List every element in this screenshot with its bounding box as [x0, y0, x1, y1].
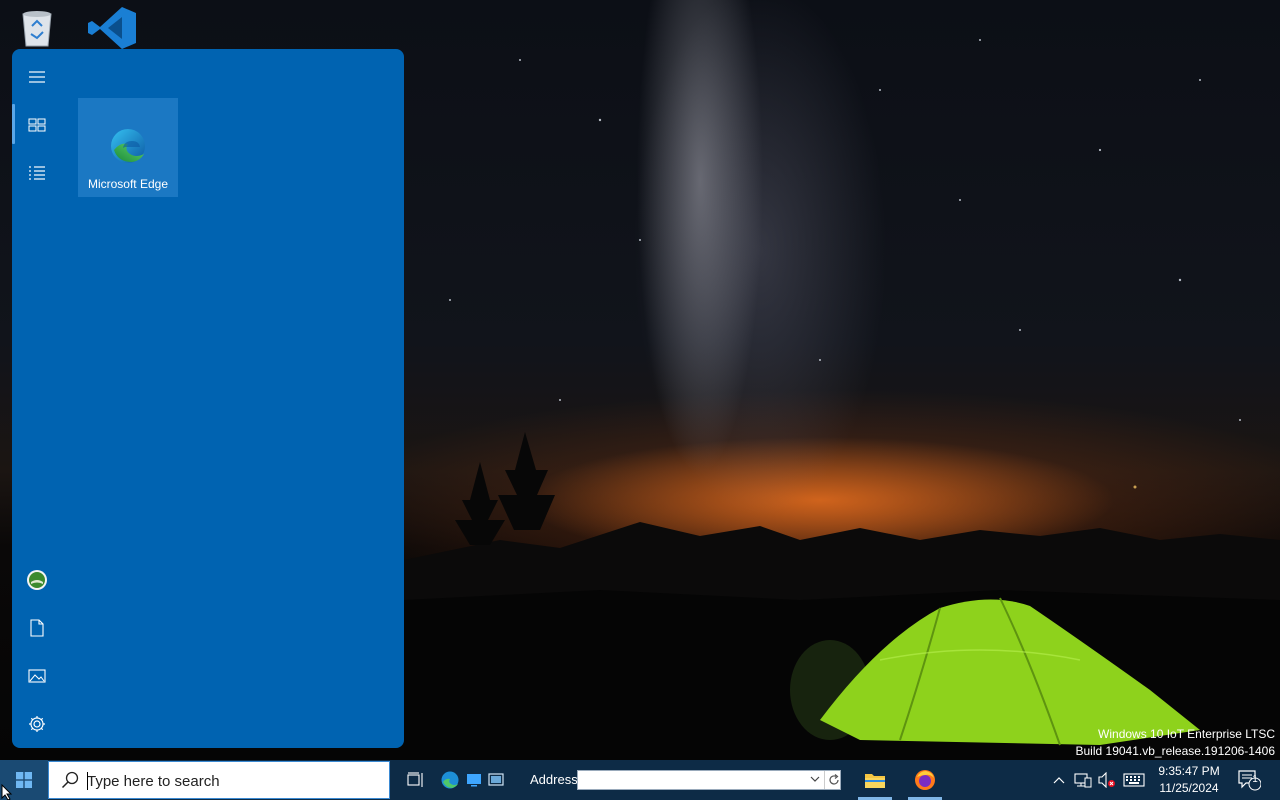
search-input[interactable] [87, 770, 377, 792]
keyboard-icon[interactable] [1122, 760, 1146, 800]
text-caret [87, 772, 88, 790]
refresh-icon[interactable] [824, 771, 842, 789]
recycle-bin-icon[interactable] [17, 8, 57, 53]
file-explorer-icon[interactable] [860, 760, 890, 800]
edge-taskbar-icon[interactable] [440, 760, 460, 800]
watermark-build: Build 19041.vb_release.191206-1406 [1075, 744, 1276, 758]
taskbar-clock[interactable]: 9:35:47 PM 11/25/2024 [1150, 763, 1228, 797]
address-input[interactable] [580, 771, 808, 789]
screen-icon[interactable] [486, 760, 506, 800]
rail-active-indicator [12, 104, 15, 144]
mouse-cursor-icon [1, 784, 13, 800]
taskbar: Address 9:35:47 PM 11/25/2024 1 [0, 760, 1280, 800]
watermark-edition: Windows 10 IoT Enterprise LTSC [1098, 727, 1275, 741]
pictures-icon[interactable] [16, 655, 58, 697]
tile-microsoft-edge[interactable]: Microsoft Edge [78, 98, 178, 197]
notification-center-icon[interactable]: 1 [1234, 760, 1264, 800]
notification-count-badge: 1 [1252, 774, 1258, 785]
hamburger-menu-icon[interactable] [16, 56, 58, 98]
windows-logo-icon [16, 772, 32, 788]
task-view-icon[interactable] [405, 760, 427, 800]
volume-muted-icon[interactable] [1097, 760, 1117, 800]
address-toolbar-label: Address [530, 772, 578, 787]
clock-date: 11/25/2024 [1159, 781, 1219, 795]
all-apps-list-icon[interactable] [16, 152, 58, 194]
pinned-tiles-icon[interactable] [16, 104, 58, 146]
edge-icon [110, 128, 146, 169]
user-avatar-icon[interactable] [16, 559, 58, 601]
taskbar-search-box[interactable] [48, 761, 390, 799]
chevron-up-icon[interactable] [1050, 760, 1068, 800]
settings-gear-icon[interactable] [16, 703, 58, 745]
documents-icon[interactable] [16, 607, 58, 649]
tile-label: Microsoft Edge [87, 177, 169, 191]
windows-build-watermark: Windows 10 IoT Enterprise LTSC Build 190… [1076, 726, 1276, 760]
firefox-icon[interactable] [910, 760, 940, 800]
address-bar[interactable] [577, 770, 841, 790]
network-icon[interactable] [1073, 760, 1093, 800]
start-menu: Microsoft Edge [12, 49, 404, 748]
clock-time: 9:35:47 PM [1158, 764, 1220, 778]
search-icon [61, 771, 79, 789]
desktop-icon[interactable] [464, 760, 484, 800]
chevron-down-icon[interactable] [810, 774, 820, 784]
